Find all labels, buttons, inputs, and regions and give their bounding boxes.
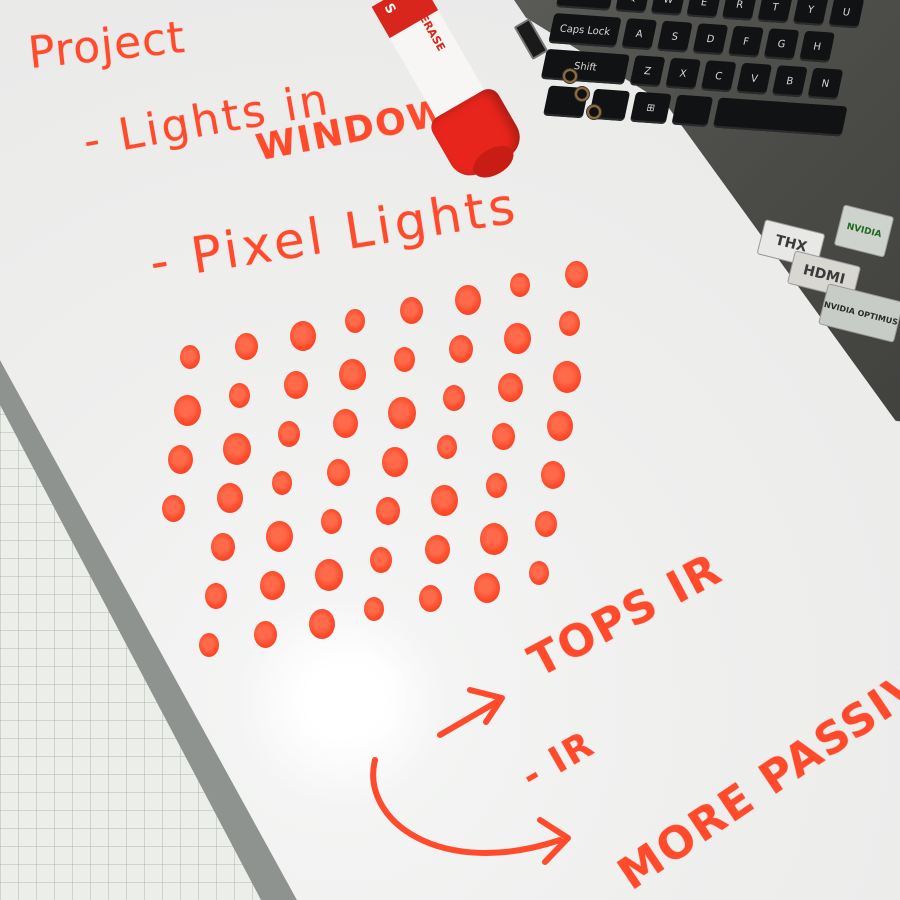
- key-s[interactable]: S: [656, 20, 693, 53]
- key-t[interactable]: T: [757, 0, 794, 24]
- key-q[interactable]: Q: [615, 0, 651, 14]
- key-c[interactable]: C: [700, 60, 737, 93]
- key-alt[interactable]: [671, 94, 714, 128]
- key-z[interactable]: Z: [629, 55, 666, 88]
- key-b[interactable]: B: [771, 65, 808, 98]
- key-d[interactable]: D: [692, 23, 729, 56]
- key-space[interactable]: [712, 97, 848, 137]
- key-y[interactable]: Y: [792, 0, 829, 26]
- key-windows[interactable]: ⊞: [629, 91, 672, 125]
- key-caps-lock[interactable]: Caps Lock: [548, 12, 622, 48]
- key-g[interactable]: G: [763, 28, 800, 61]
- laptop: Q W E R T Y U Tab Caps Lock A S D F G H …: [470, 0, 900, 440]
- photo-scene: Project - Lights in WINDOW - Pixel Light…: [0, 0, 900, 900]
- key-a[interactable]: A: [621, 18, 658, 51]
- audio-port-2: [574, 86, 590, 102]
- audio-port-1: [562, 68, 578, 84]
- audio-port-3: [586, 104, 602, 120]
- key-r[interactable]: R: [721, 0, 758, 21]
- key-f[interactable]: F: [727, 25, 764, 58]
- key-e[interactable]: E: [686, 0, 723, 19]
- key-u[interactable]: U: [828, 0, 865, 29]
- key-n[interactable]: N: [807, 67, 844, 100]
- key-h[interactable]: H: [799, 30, 836, 63]
- key-x[interactable]: X: [665, 57, 702, 90]
- key-v[interactable]: V: [736, 62, 773, 95]
- windows-icon: ⊞: [645, 102, 657, 114]
- key-w[interactable]: W: [650, 0, 687, 16]
- key-shift[interactable]: Shift: [540, 48, 630, 85]
- key-tab[interactable]: Tab: [555, 0, 616, 11]
